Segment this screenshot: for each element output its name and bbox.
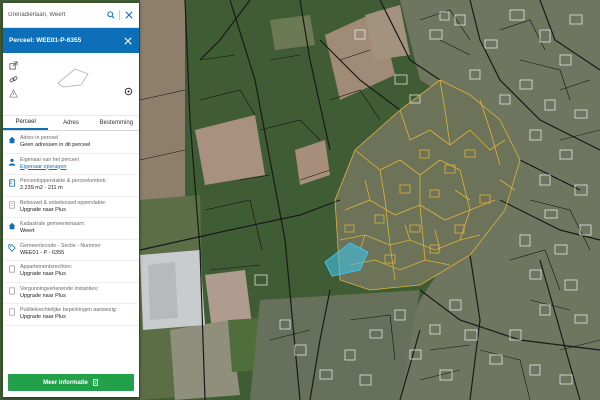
municipality-label: Kadastrale gemeentenaam: xyxy=(20,221,86,227)
clear-search-icon[interactable] xyxy=(123,10,134,21)
share-icon[interactable] xyxy=(9,61,18,70)
tab-perceel[interactable]: Perceel xyxy=(3,116,49,130)
apartment-rights-label: Appartementsrechten: xyxy=(20,264,73,270)
info-row-address: Adres in perceel Geen adressen in dit per… xyxy=(3,132,139,154)
search-icon[interactable] xyxy=(105,10,116,21)
warning-icon[interactable] xyxy=(9,89,18,98)
document-icon xyxy=(8,286,17,296)
restrictions-value: Upgrade naar Plus xyxy=(20,314,66,320)
map-building xyxy=(148,262,178,320)
info-row-permits: Vergunningverlenende instanties: Upgrade … xyxy=(3,283,139,304)
restrictions-label: Publiekrechtelijke beperkingen aanwezig: xyxy=(20,307,118,313)
built-area-label: Bebouwd & onbebouwd oppervlakte: xyxy=(20,199,107,206)
ruler-icon xyxy=(8,179,17,188)
info-row-restrictions: Publiekrechtelijke beperkingen aanwezig:… xyxy=(3,304,139,326)
close-panel-icon[interactable] xyxy=(123,36,133,46)
map-field xyxy=(270,15,315,50)
info-row-code: Gemeentecode - Sectie - Nummer WEE01 - P … xyxy=(3,240,139,261)
document-icon xyxy=(92,379,98,386)
code-label: Gemeentecode - Sectie - Nummer xyxy=(20,242,101,249)
apartment-rights-value: Upgrade naar Plus xyxy=(20,271,66,277)
info-row-area: Perceeloppervlakte & perceelomtrek: 2.239… xyxy=(3,175,139,197)
info-row-municipality: Kadastrale gemeentenaam: Weert xyxy=(3,218,139,240)
tag-icon xyxy=(8,243,17,253)
owner-label: Eigenaar van het perceel xyxy=(20,156,79,163)
address-value: Geen adressen in dit perceel xyxy=(20,142,91,148)
search-input[interactable] xyxy=(8,12,102,18)
address-label: Adres in perceel xyxy=(20,135,59,141)
map-urban xyxy=(250,290,420,400)
parcel-preview xyxy=(3,53,139,116)
more-info-button[interactable]: Meer informatie xyxy=(8,374,134,391)
building-icon xyxy=(8,200,17,210)
parcel-shape-icon xyxy=(57,68,89,88)
permits-value: Upgrade naar Plus xyxy=(20,292,66,299)
owner-request-link[interactable]: Eigenaar opvragen xyxy=(20,164,79,172)
search-bar xyxy=(3,3,139,28)
settings-icon[interactable] xyxy=(124,87,133,96)
home-icon xyxy=(8,136,17,145)
more-info-label: Meer informatie xyxy=(43,379,88,386)
tab-adres[interactable]: Adres xyxy=(48,116,93,130)
info-row-apartment-rights: Appartementsrechten: Upgrade naar Plus xyxy=(3,261,139,283)
tab-bestemming[interactable]: Bestemming xyxy=(94,116,139,130)
parcel-title: Perceel: WEE01-P-6355 xyxy=(9,37,82,44)
code-value: WEE01 - P - 6355 xyxy=(20,249,65,256)
person-icon xyxy=(8,158,17,167)
map-field xyxy=(140,0,185,200)
municipality-value: Weert xyxy=(20,228,35,234)
info-row-owner: Eigenaar van het perceel Eigenaar opvrage… xyxy=(3,154,139,175)
parcel-info-list: Adres in perceel Geen adressen in dit per… xyxy=(3,131,139,326)
area-value: 2.239 m2 - 211 m xyxy=(20,185,63,191)
home-icon xyxy=(8,222,17,231)
parcel-info-panel: Perceel: WEE01-P-6355 Perceel Adres Best… xyxy=(3,3,139,397)
info-row-built-area: Bebouwd & onbebouwd oppervlakte: Upgrade … xyxy=(3,197,139,218)
search-divider xyxy=(119,10,120,20)
panel-tabs: Perceel Adres Bestemming xyxy=(3,116,139,131)
area-label: Perceeloppervlakte & perceelomtrek: xyxy=(20,178,107,184)
document-icon xyxy=(8,308,17,317)
link-icon[interactable] xyxy=(9,75,18,84)
panel-header: Perceel: WEE01-P-6355 xyxy=(3,28,139,53)
permits-label: Vergunningverlenende instanties: xyxy=(20,285,99,292)
built-area-value: Upgrade naar Plus xyxy=(20,206,66,213)
document-icon xyxy=(8,265,17,274)
